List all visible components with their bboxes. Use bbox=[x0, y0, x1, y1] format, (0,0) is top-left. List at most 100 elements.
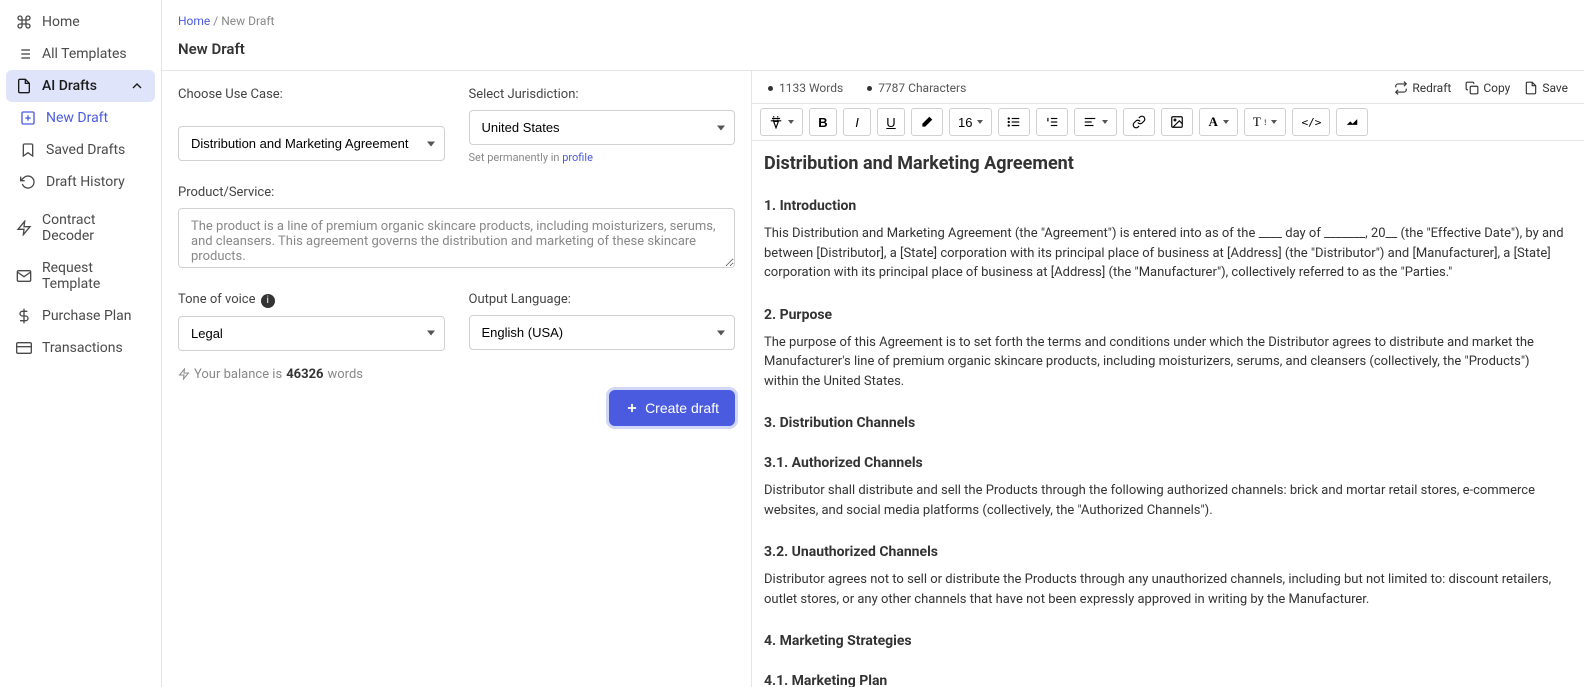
breadcrumb: Home / New Draft bbox=[162, 0, 1584, 32]
doc-heading: 3. Distribution Channels bbox=[764, 415, 1564, 431]
textstyle-button[interactable]: T! bbox=[1244, 108, 1287, 136]
list-icon bbox=[16, 46, 32, 62]
jurisdiction-select[interactable]: United States bbox=[469, 110, 736, 145]
eraser-button[interactable] bbox=[911, 108, 943, 136]
code-button[interactable]: </> bbox=[1292, 108, 1330, 136]
nav-saved-drafts[interactable]: Saved Drafts bbox=[6, 134, 155, 166]
ol-button[interactable] bbox=[1036, 108, 1068, 136]
doc-heading: 3.1. Authorized Channels bbox=[764, 455, 1564, 471]
nav-label: Transactions bbox=[42, 340, 123, 356]
nav-request-template[interactable]: Request Template bbox=[6, 252, 155, 300]
tone-label: Tone of voice i bbox=[178, 292, 445, 308]
nav-label: AI Drafts bbox=[42, 78, 97, 94]
nav-label: Request Template bbox=[42, 260, 145, 292]
language-label: Output Language: bbox=[469, 292, 736, 307]
doc-heading: 4.1. Marketing Plan bbox=[764, 673, 1564, 687]
nav-contract-decoder[interactable]: Contract Decoder bbox=[6, 204, 155, 252]
doc-heading: 1. Introduction bbox=[764, 198, 1564, 214]
refresh-icon bbox=[1394, 81, 1408, 95]
product-textarea[interactable]: The product is a line of premium organic… bbox=[178, 208, 735, 268]
usecase-label: Choose Use Case: bbox=[178, 87, 445, 102]
nav-label: Saved Drafts bbox=[46, 142, 125, 158]
doc-heading: 3.2. Unauthorized Channels bbox=[764, 544, 1564, 560]
copy-button[interactable]: Copy bbox=[1465, 81, 1510, 95]
editor-toolbar: B I U 16 A T! </> bbox=[752, 103, 1584, 141]
doc-paragraph: This Distribution and Marketing Agreemen… bbox=[764, 224, 1564, 283]
usecase-select[interactable]: Distribution and Marketing Agreement bbox=[178, 126, 445, 161]
product-label: Product/Service: bbox=[178, 185, 735, 200]
doc-title: Distribution and Marketing Agreement bbox=[764, 153, 1564, 174]
link-icon bbox=[1132, 115, 1146, 129]
nav-label: All Templates bbox=[42, 46, 127, 62]
bolt-icon bbox=[178, 368, 190, 380]
history-icon bbox=[20, 174, 36, 190]
save-icon bbox=[1524, 81, 1538, 95]
breadcrumb-current: New Draft bbox=[221, 14, 274, 28]
nav-label: Draft History bbox=[46, 174, 125, 190]
magic-button[interactable] bbox=[760, 108, 803, 136]
redraft-button[interactable]: Redraft bbox=[1394, 81, 1451, 95]
word-count: 1133 Words bbox=[768, 81, 843, 95]
bookmark-icon bbox=[20, 142, 36, 158]
image-icon bbox=[1170, 115, 1184, 129]
doc-paragraph: The purpose of this Agreement is to set … bbox=[764, 333, 1564, 392]
nav-purchase-plan[interactable]: Purchase Plan bbox=[6, 300, 155, 332]
doc-paragraph: Distributor shall distribute and sell th… bbox=[764, 481, 1564, 520]
save-button[interactable]: Save bbox=[1524, 81, 1568, 95]
page-title: New Draft bbox=[162, 32, 1584, 70]
clear-icon bbox=[1345, 115, 1359, 129]
editor-panel: 1133 Words 7787 Characters Redraft Copy bbox=[752, 71, 1584, 687]
editor-header: 1133 Words 7787 Characters Redraft Copy bbox=[752, 71, 1584, 103]
profile-link[interactable]: profile bbox=[562, 151, 593, 164]
tone-select[interactable]: Legal bbox=[178, 316, 445, 351]
form-panel: Choose Use Case: Select Jurisdiction: Un… bbox=[162, 71, 752, 687]
nav-label: New Draft bbox=[46, 110, 108, 126]
italic-button[interactable]: I bbox=[843, 108, 871, 136]
nav-new-draft[interactable]: New Draft bbox=[6, 102, 155, 134]
doc-heading: 4. Marketing Strategies bbox=[764, 633, 1564, 649]
bold-button[interactable]: B bbox=[809, 108, 837, 136]
char-count: 7787 Characters bbox=[867, 81, 966, 95]
clear-button[interactable] bbox=[1336, 108, 1368, 136]
underline-button[interactable]: U bbox=[877, 108, 905, 136]
breadcrumb-home[interactable]: Home bbox=[178, 14, 210, 28]
nav-label: Home bbox=[42, 14, 80, 30]
eraser-icon bbox=[920, 115, 934, 129]
balance-text: Your balance is 46326 words bbox=[178, 367, 735, 382]
bolt-icon bbox=[16, 220, 32, 236]
nav-home[interactable]: Home bbox=[6, 6, 155, 38]
nav-label: Purchase Plan bbox=[42, 308, 132, 324]
align-button[interactable] bbox=[1074, 108, 1117, 136]
link-button[interactable] bbox=[1123, 108, 1155, 136]
sidebar: Home All Templates AI Drafts New Draft S… bbox=[0, 0, 162, 687]
copy-icon bbox=[1465, 81, 1479, 95]
image-button[interactable] bbox=[1161, 108, 1193, 136]
fontsize-select[interactable]: 16 bbox=[949, 108, 992, 136]
jurisdiction-label: Select Jurisdiction: bbox=[469, 87, 736, 102]
file-icon bbox=[16, 78, 32, 94]
document-body[interactable]: Distribution and Marketing Agreement 1. … bbox=[752, 141, 1584, 687]
nav-ai-drafts[interactable]: AI Drafts bbox=[6, 70, 155, 102]
plus-icon bbox=[625, 401, 639, 415]
wand-icon bbox=[769, 115, 783, 129]
nav-all-templates[interactable]: All Templates bbox=[6, 38, 155, 70]
command-icon bbox=[16, 14, 32, 30]
create-draft-button[interactable]: Create draft bbox=[609, 390, 735, 426]
plus-square-icon bbox=[20, 110, 36, 126]
nav-label: Contract Decoder bbox=[42, 212, 145, 244]
doc-heading: 2. Purpose bbox=[764, 307, 1564, 323]
mail-icon bbox=[16, 268, 32, 284]
ul-button[interactable] bbox=[998, 108, 1030, 136]
nav-draft-history[interactable]: Draft History bbox=[6, 166, 155, 198]
align-icon bbox=[1083, 115, 1097, 129]
chevron-up-icon bbox=[129, 78, 145, 94]
dollar-icon bbox=[16, 308, 32, 324]
ul-icon bbox=[1007, 115, 1021, 129]
nav-transactions[interactable]: Transactions bbox=[6, 332, 155, 364]
info-icon[interactable]: i bbox=[261, 294, 275, 308]
ol-icon bbox=[1045, 115, 1059, 129]
fontcolor-button[interactable]: A bbox=[1199, 108, 1237, 136]
jurisdiction-helper: Set permanently in profile bbox=[469, 151, 736, 164]
language-select[interactable]: English (USA) bbox=[469, 315, 736, 350]
doc-paragraph: Distributor agrees not to sell or distri… bbox=[764, 570, 1564, 609]
